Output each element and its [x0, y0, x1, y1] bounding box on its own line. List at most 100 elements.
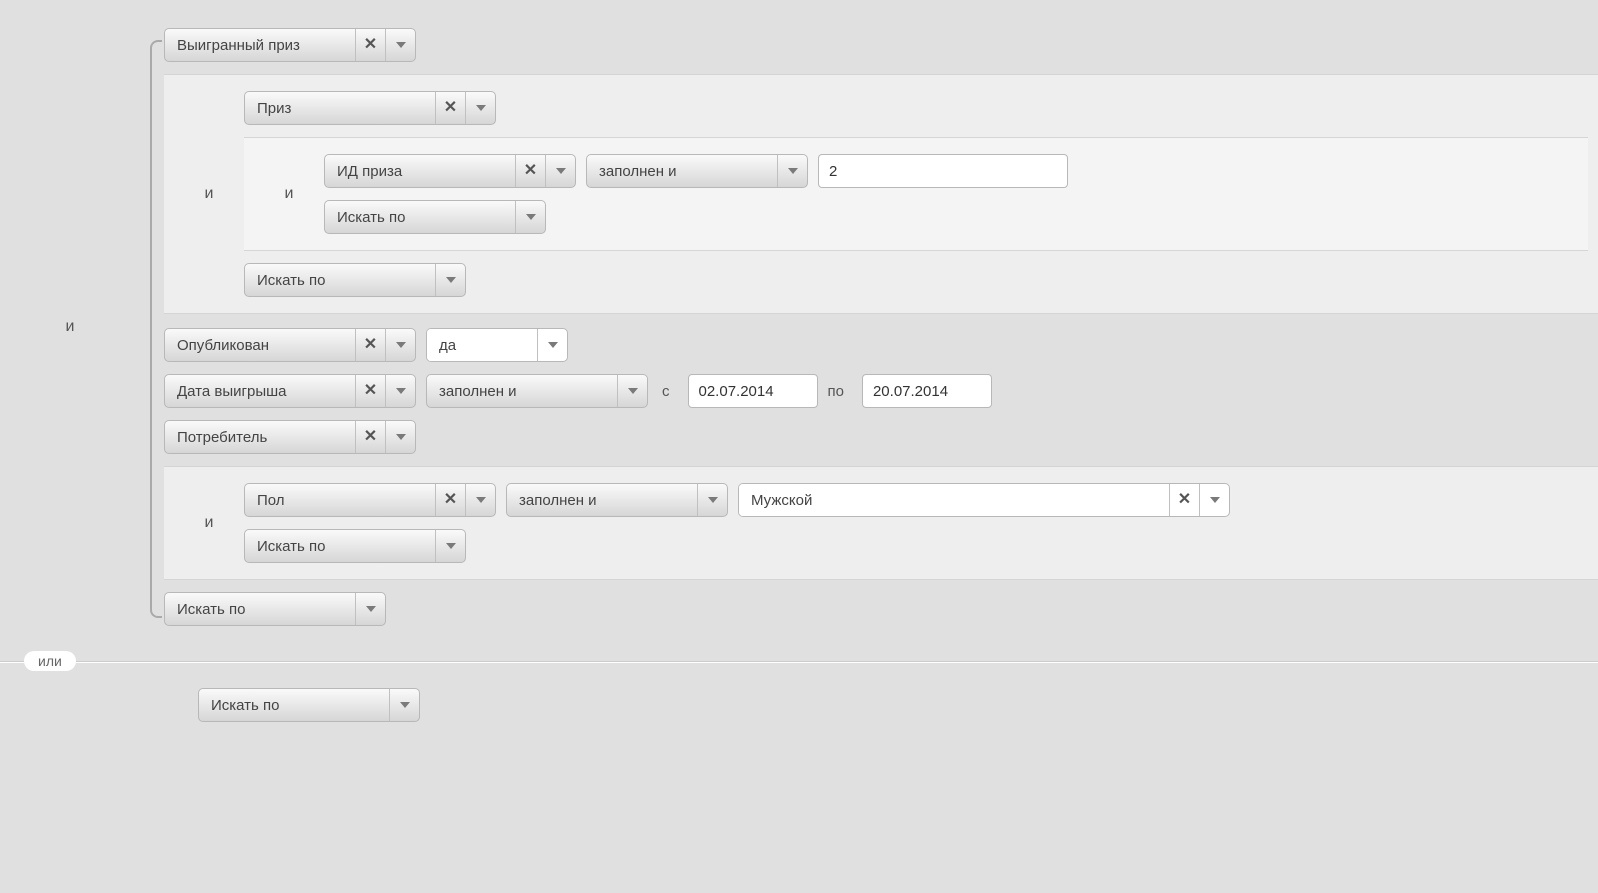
won-prize-selector[interactable]: Выигранный приз ✕: [164, 28, 416, 62]
close-icon: ✕: [364, 383, 377, 399]
prize-id-value: 2: [829, 163, 837, 180]
chevron-down-icon: [400, 702, 410, 708]
date-from-input[interactable]: 02.07.2014: [688, 374, 818, 408]
search-by-outer[interactable]: Искать по: [164, 592, 386, 626]
date-from-label: с: [662, 374, 670, 408]
or-pill[interactable]: или: [24, 651, 76, 671]
row-search-by-inner: Искать по: [324, 194, 1578, 240]
search-by-prize[interactable]: Искать по: [244, 263, 466, 297]
row-consumer: Потребитель ✕: [164, 414, 1598, 460]
gender-value-label: Мужской: [739, 484, 1169, 516]
win-date-condition-dropdown[interactable]: [617, 375, 647, 407]
prize-id-label: ИД приза: [325, 155, 515, 187]
win-date-condition[interactable]: заполнен и: [426, 374, 648, 408]
consumer-dropdown[interactable]: [385, 421, 415, 453]
prize-id-selector[interactable]: ИД приза ✕: [324, 154, 576, 188]
published-value-dropdown[interactable]: [537, 329, 567, 361]
published-value[interactable]: да: [426, 328, 568, 362]
win-date-clear[interactable]: ✕: [355, 375, 385, 407]
consumer-label: Потребитель: [165, 421, 355, 453]
gender-condition[interactable]: заполнен и: [506, 483, 728, 517]
close-icon: ✕: [364, 429, 377, 445]
search-by-gender[interactable]: Искать по: [244, 529, 466, 563]
search-by-outer-dropdown[interactable]: [355, 593, 385, 625]
chevron-down-icon: [396, 342, 406, 348]
prize-id-condition-label: заполнен и: [587, 155, 777, 187]
published-label: Опубликован: [165, 329, 355, 361]
gender-selector[interactable]: Пол ✕: [244, 483, 496, 517]
published-value-label: да: [427, 329, 537, 361]
and-operator: и: [285, 185, 294, 203]
outer-group-body: Выигранный приз ✕ и Приз ✕: [164, 20, 1598, 634]
gender-value[interactable]: Мужской ✕: [738, 483, 1230, 517]
gender-block: и Пол ✕ заполнен и: [164, 466, 1598, 580]
search-by-label: Искать по: [245, 264, 435, 296]
chevron-down-icon: [548, 342, 558, 348]
search-by-inner[interactable]: Искать по: [324, 200, 546, 234]
search-by-gender-dropdown[interactable]: [435, 530, 465, 562]
prize-id-value-input[interactable]: 2: [818, 154, 1068, 188]
row-prize-id: ИД приза ✕ заполнен и 2: [324, 148, 1578, 194]
prize-id-block: и ИД приза ✕ заполнен и: [244, 137, 1588, 251]
prize-selector[interactable]: Приз ✕: [244, 91, 496, 125]
win-date-selector[interactable]: Дата выигрыша ✕: [164, 374, 416, 408]
row-prize: Приз ✕: [244, 85, 1588, 131]
row-search-by-prize: Искать по: [244, 257, 1588, 303]
gender-dropdown[interactable]: [465, 484, 495, 516]
row-win-date: Дата выигрыша ✕ заполнен и с 02.07.2014 …: [164, 368, 1598, 414]
chevron-down-icon: [396, 434, 406, 440]
prize-id-and-column: и: [254, 185, 324, 203]
or-line: [0, 661, 1598, 663]
gender-block-content: Пол ✕ заполнен и Мужской ✕: [244, 477, 1588, 569]
prize-id-block-content: ИД приза ✕ заполнен и 2: [324, 148, 1578, 240]
search-by-prize-dropdown[interactable]: [435, 264, 465, 296]
gender-condition-dropdown[interactable]: [697, 484, 727, 516]
prize-dropdown[interactable]: [465, 92, 495, 124]
search-by-inner-dropdown[interactable]: [515, 201, 545, 233]
gender-and-column: и: [174, 514, 244, 532]
consumer-selector[interactable]: Потребитель ✕: [164, 420, 416, 454]
and-operator: и: [205, 514, 214, 532]
chevron-down-icon: [446, 277, 456, 283]
chevron-down-icon: [396, 42, 406, 48]
prize-id-clear[interactable]: ✕: [515, 155, 545, 187]
search-by-bottom[interactable]: Искать по: [198, 688, 420, 722]
outer-bracket: [146, 20, 164, 634]
chevron-down-icon: [476, 497, 486, 503]
close-icon: ✕: [364, 337, 377, 353]
date-to-value: 20.07.2014: [873, 383, 948, 400]
and-operator: и: [205, 185, 214, 203]
win-date-dropdown[interactable]: [385, 375, 415, 407]
search-by-label: Искать по: [199, 689, 389, 721]
row-won-prize: Выигранный приз ✕: [164, 22, 1598, 68]
won-prize-clear[interactable]: ✕: [355, 29, 385, 61]
win-date-condition-label: заполнен и: [427, 375, 617, 407]
chevron-down-icon: [396, 388, 406, 394]
gender-clear[interactable]: ✕: [435, 484, 465, 516]
close-icon: ✕: [524, 163, 537, 179]
prize-id-condition-dropdown[interactable]: [777, 155, 807, 187]
consumer-clear[interactable]: ✕: [355, 421, 385, 453]
or-separator: или: [0, 648, 1598, 674]
date-to-input[interactable]: 20.07.2014: [862, 374, 992, 408]
row-search-by-gender: Искать по: [244, 523, 1588, 569]
date-to-label: по: [828, 374, 844, 408]
published-clear[interactable]: ✕: [355, 329, 385, 361]
prize-block-content: Приз ✕ и ИД приза: [244, 85, 1588, 303]
search-by-bottom-dropdown[interactable]: [389, 689, 419, 721]
gender-value-dropdown[interactable]: [1199, 484, 1229, 516]
date-from-value: 02.07.2014: [699, 383, 774, 400]
chevron-down-icon: [476, 105, 486, 111]
search-by-label: Искать по: [165, 593, 355, 625]
prize-clear[interactable]: ✕: [435, 92, 465, 124]
gender-value-clear[interactable]: ✕: [1169, 484, 1199, 516]
published-dropdown[interactable]: [385, 329, 415, 361]
row-search-by-outer: Искать по: [164, 586, 1598, 632]
won-prize-dropdown[interactable]: [385, 29, 415, 61]
chevron-down-icon: [366, 606, 376, 612]
prize-and-column: и: [174, 185, 244, 203]
prize-id-condition[interactable]: заполнен и: [586, 154, 808, 188]
prize-block: и Приз ✕ и: [164, 74, 1598, 314]
published-selector[interactable]: Опубликован ✕: [164, 328, 416, 362]
prize-id-dropdown[interactable]: [545, 155, 575, 187]
